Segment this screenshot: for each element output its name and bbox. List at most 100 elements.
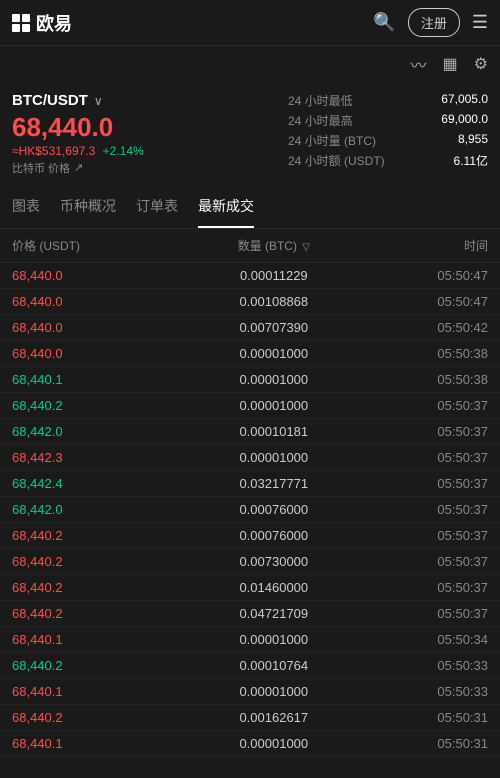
trade-time: 05:50:34 [369, 632, 488, 647]
col-header-price: 价格 (USDT) [12, 237, 179, 254]
trade-time: 05:50:37 [369, 554, 488, 569]
filter-icon[interactable]: ▽ [302, 242, 310, 253]
coin-label: 比特币 价格 ↗ [12, 160, 276, 176]
trade-qty: 0.00001000 [179, 684, 369, 699]
table-header: 价格 (USDT) 数量 (BTC) ▽ 时间 [0, 229, 500, 263]
trade-time: 05:50:37 [369, 502, 488, 517]
trade-price: 68,440.1 [12, 632, 179, 647]
table-row: 68,440.1 0.00001000 05:50:34 [0, 627, 500, 653]
chevron-down-icon[interactable]: ∨ [94, 94, 103, 108]
market-left: BTC/USDT ∨ 68,440.0 ≈HK$531,697.3 +2.14%… [12, 92, 276, 176]
trade-time: 05:50:33 [369, 684, 488, 699]
grid-icon[interactable]: ▦ [443, 54, 458, 74]
stat-value: 67,005.0 [441, 92, 488, 109]
trade-time: 05:50:33 [369, 658, 488, 673]
col-header-time: 时间 [369, 237, 488, 254]
tab-trades[interactable]: 最新成交 [198, 186, 254, 228]
trade-time: 05:50:37 [369, 424, 488, 439]
trade-qty: 0.00076000 [179, 502, 369, 517]
trade-qty: 0.00001000 [179, 450, 369, 465]
search-icon[interactable]: 🔍 [373, 12, 395, 33]
trade-price: 68,440.2 [12, 398, 179, 413]
trade-price: 68,442.0 [12, 502, 179, 517]
table-row: 68,442.0 0.00010181 05:50:37 [0, 419, 500, 445]
table-row: 68,440.1 0.00001000 05:50:33 [0, 679, 500, 705]
table-row: 68,440.2 0.01460000 05:50:37 [0, 575, 500, 601]
table-row: 68,442.3 0.00001000 05:50:37 [0, 445, 500, 471]
trade-time: 05:50:31 [369, 736, 488, 751]
trade-qty: 0.00001000 [179, 346, 369, 361]
register-button[interactable]: 注册 [408, 8, 460, 37]
settings-icon[interactable]: ⚙ [474, 54, 488, 74]
logo-icon [12, 14, 30, 32]
tab-overview[interactable]: 币种概况 [60, 186, 116, 228]
hk-price-row: ≈HK$531,697.3 +2.14% [12, 144, 276, 158]
trading-pair[interactable]: BTC/USDT [12, 92, 88, 109]
trade-price: 68,442.3 [12, 450, 179, 465]
current-price: 68,440.0 [12, 113, 276, 142]
table-row: 68,440.0 0.00108868 05:50:47 [0, 289, 500, 315]
trade-time: 05:50:37 [369, 398, 488, 413]
stat-label: 24 小时量 (BTC) [288, 132, 376, 149]
table-row: 68,440.0 0.00011229 05:50:47 [0, 263, 500, 289]
trade-time: 05:50:38 [369, 346, 488, 361]
trade-price: 68,440.2 [12, 710, 179, 725]
trade-price: 68,440.2 [12, 606, 179, 621]
stat-label: 24 小时额 (USDT) [288, 152, 385, 169]
trade-price: 68,442.4 [12, 476, 179, 491]
tab-orders[interactable]: 订单表 [136, 186, 178, 228]
trade-price: 68,440.2 [12, 528, 179, 543]
tab-chart[interactable]: 图表 [12, 186, 40, 228]
logo-text: 欧易 [36, 10, 72, 36]
table-row: 68,440.0 0.00707390 05:50:42 [0, 315, 500, 341]
trade-time: 05:50:47 [369, 294, 488, 309]
table-row: 68,440.0 0.00001000 05:50:38 [0, 341, 500, 367]
trade-qty: 0.00730000 [179, 554, 369, 569]
trade-qty: 0.00010764 [179, 658, 369, 673]
trade-time: 05:50:37 [369, 606, 488, 621]
sub-header: 〰 ▦ ⚙ [0, 46, 500, 82]
trade-time: 05:50:37 [369, 476, 488, 491]
trade-qty: 0.00001000 [179, 372, 369, 387]
hk-price: ≈HK$531,697.3 [12, 144, 95, 158]
trade-qty: 0.00011229 [179, 268, 369, 283]
trade-price: 68,440.1 [12, 372, 179, 387]
stat-row: 24 小时最高 69,000.0 [288, 112, 488, 129]
chart-line-icon[interactable]: 〰 [411, 52, 427, 76]
table-row: 68,440.2 0.00010764 05:50:33 [0, 653, 500, 679]
trade-qty: 0.01460000 [179, 580, 369, 595]
trade-time: 05:50:42 [369, 320, 488, 335]
trade-qty: 0.00010181 [179, 424, 369, 439]
table-row: 68,440.2 0.00730000 05:50:37 [0, 549, 500, 575]
table-row: 68,440.2 0.00076000 05:50:37 [0, 523, 500, 549]
col-header-qty[interactable]: 数量 (BTC) ▽ [179, 237, 369, 254]
table-row: 68,440.1 0.00001000 05:50:38 [0, 367, 500, 393]
app-header: 欧易 🔍 注册 ☰ [0, 0, 500, 46]
trade-time: 05:50:37 [369, 528, 488, 543]
menu-icon[interactable]: ☰ [472, 12, 488, 33]
stat-value: 6.11亿 [454, 152, 488, 169]
trade-price: 68,440.0 [12, 320, 179, 335]
trade-qty: 0.00001000 [179, 632, 369, 647]
trade-time: 05:50:38 [369, 372, 488, 387]
pair-row: BTC/USDT ∨ [12, 92, 276, 109]
external-link-icon[interactable]: ↗ [74, 161, 83, 174]
stat-label: 24 小时最高 [288, 112, 353, 129]
trade-price: 68,440.2 [12, 554, 179, 569]
coin-name: 比特币 价格 [12, 160, 70, 176]
trade-time: 05:50:31 [369, 710, 488, 725]
trade-price: 68,440.1 [12, 736, 179, 751]
stat-value: 8,955 [458, 132, 488, 149]
table-row: 68,442.0 0.00076000 05:50:37 [0, 497, 500, 523]
stat-label: 24 小时最低 [288, 92, 353, 109]
logo: 欧易 [12, 10, 72, 36]
price-change: +2.14% [103, 144, 144, 158]
trade-qty: 0.00162617 [179, 710, 369, 725]
trade-qty: 0.00001000 [179, 736, 369, 751]
market-stats: 24 小时最低 67,005.0 24 小时最高 69,000.0 24 小时量… [288, 92, 488, 176]
trade-price: 68,440.1 [12, 684, 179, 699]
table-row: 68,440.2 0.00001000 05:50:37 [0, 393, 500, 419]
table-row: 68,440.2 0.00162617 05:50:31 [0, 705, 500, 731]
trade-qty: 0.00076000 [179, 528, 369, 543]
stat-row: 24 小时额 (USDT) 6.11亿 [288, 152, 488, 169]
